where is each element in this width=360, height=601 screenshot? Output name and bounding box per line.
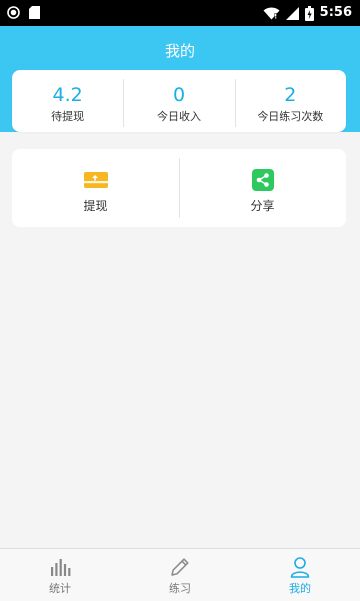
stat-today-practice-count: 2 今日练习次数 xyxy=(234,70,346,132)
circle-icon xyxy=(7,6,20,19)
stat-value: 2 xyxy=(284,84,297,106)
tab-statistics[interactable]: 统计 xyxy=(0,549,120,601)
share-icon xyxy=(251,169,274,191)
battery-icon xyxy=(304,5,314,21)
status-time: 5:56 xyxy=(319,5,352,20)
share-button[interactable]: 分享 xyxy=(179,149,346,227)
tab-label: 统计 xyxy=(49,582,71,595)
user-icon xyxy=(290,557,310,578)
withdraw-button[interactable]: 提现 xyxy=(12,149,179,227)
actions-card: 提现 分享 xyxy=(12,149,346,227)
stat-today-income: 0 今日收入 xyxy=(123,70,234,132)
signal-icon xyxy=(285,6,299,20)
withdraw-label: 提现 xyxy=(83,199,108,213)
stat-value: 0 xyxy=(172,84,186,106)
status-left-icons xyxy=(7,6,40,19)
bottom-tab-bar: 统计 练习 我的 xyxy=(0,548,360,601)
stat-label: 今日练习次数 xyxy=(257,110,324,123)
wifi-icon xyxy=(263,6,280,19)
share-label: 分享 xyxy=(250,199,275,213)
pencil-icon xyxy=(171,558,189,576)
stat-label: 待提现 xyxy=(51,110,85,123)
sd-card-icon xyxy=(29,6,40,19)
tab-label: 练习 xyxy=(169,582,191,595)
bar-chart-icon xyxy=(51,559,71,576)
stats-card: 4.2 待提现 0 今日收入 2 今日练习次数 xyxy=(12,70,346,132)
stat-value: 4.2 xyxy=(52,84,83,106)
page-title: 我的 xyxy=(164,42,195,60)
tab-label: 我的 xyxy=(289,582,311,595)
tab-mine[interactable]: 我的 xyxy=(240,549,360,601)
status-bar: 5:56 xyxy=(0,0,360,26)
stat-pending-withdrawal: 4.2 待提现 xyxy=(12,70,123,132)
withdraw-card-icon xyxy=(83,172,108,188)
stat-label: 今日收入 xyxy=(156,110,201,123)
status-right-icons: 5:56 xyxy=(263,4,352,22)
tab-practice[interactable]: 练习 xyxy=(120,549,240,601)
